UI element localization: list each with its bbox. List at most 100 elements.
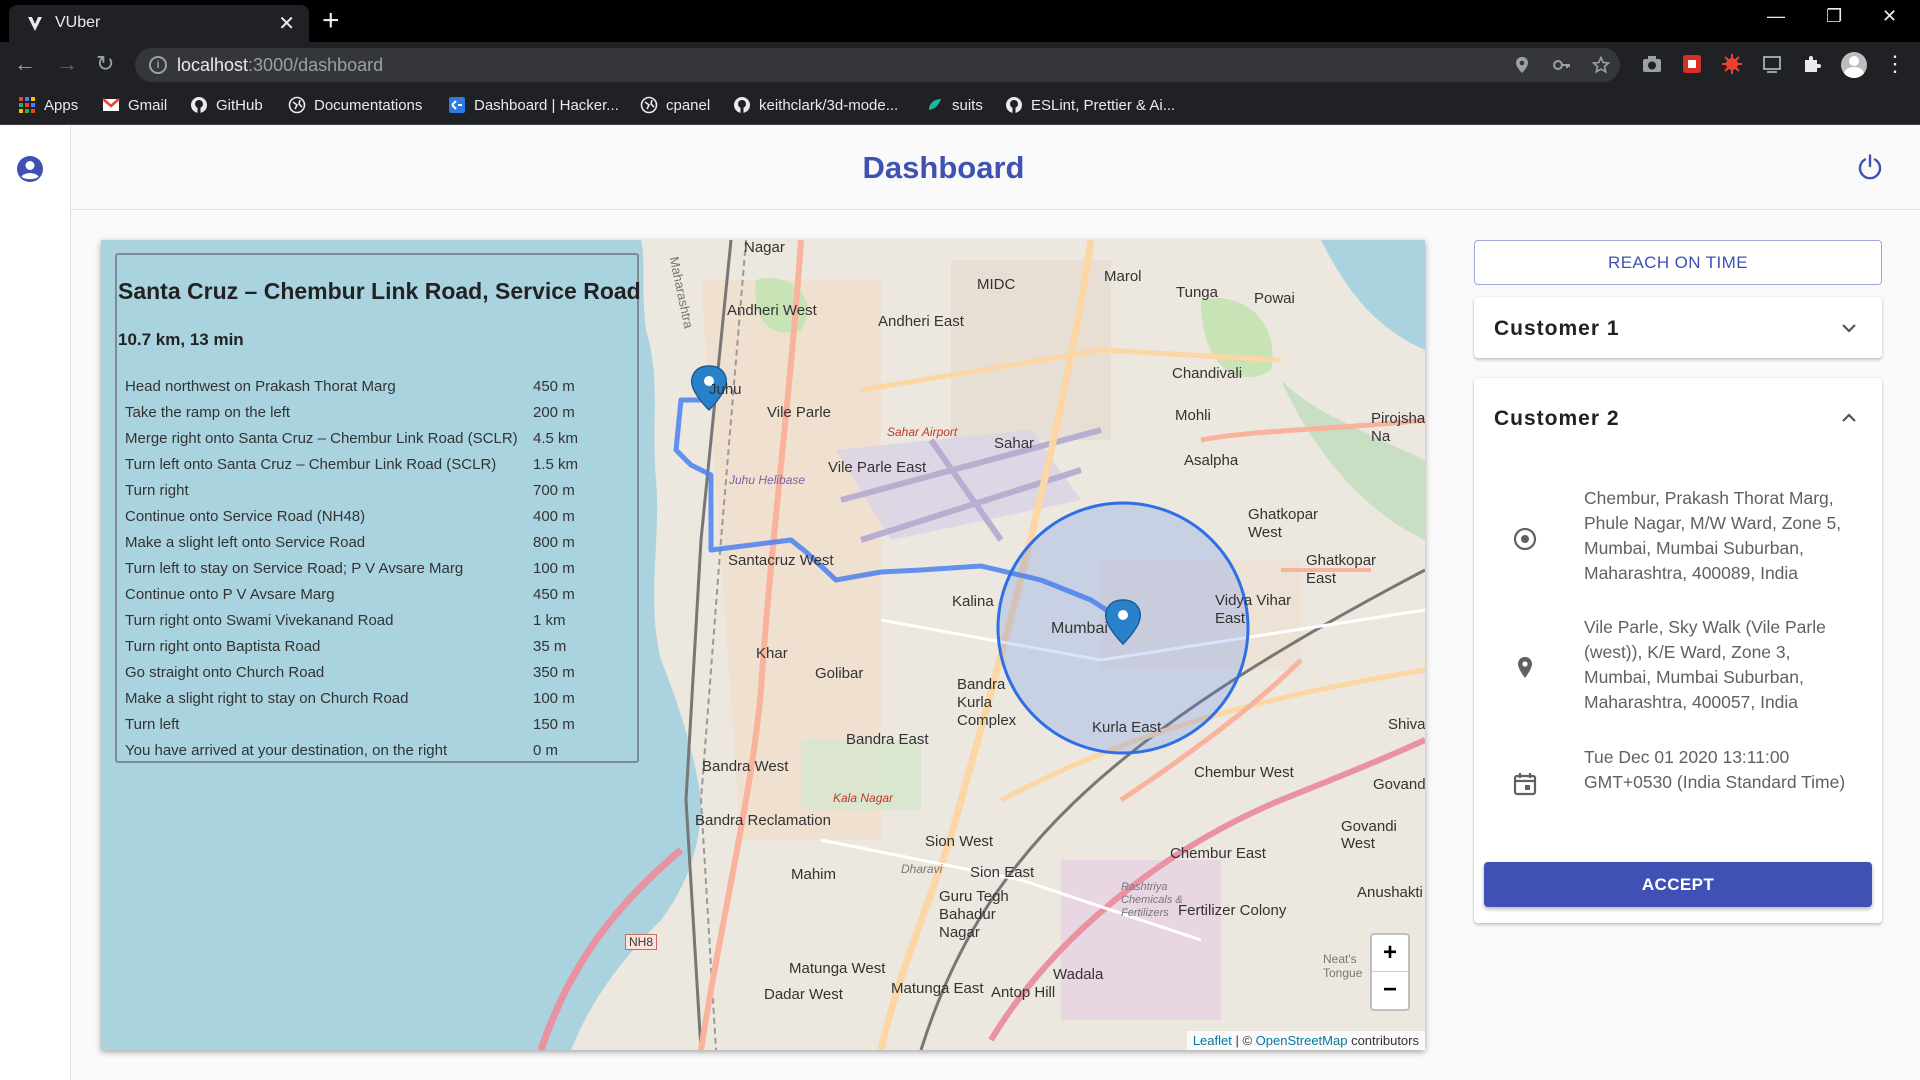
customer-1-accordion[interactable]: Customer 1 — [1474, 297, 1882, 358]
route-step-instruction: Turn right onto Baptista Road — [125, 638, 321, 655]
sidebar — [0, 126, 71, 1080]
bookmark-gmail[interactable]: Gmail — [102, 96, 167, 114]
accept-button[interactable]: ACCEPT — [1484, 862, 1872, 907]
hackerearth-icon — [449, 97, 465, 113]
route-step-instruction: Turn right onto Swami Vivekanand Road — [125, 612, 394, 629]
chevron-down-icon[interactable] — [1840, 319, 1858, 337]
url-host: localhost — [177, 55, 249, 75]
route-step-distance: 350 m — [533, 664, 575, 681]
bookmark-eslint[interactable]: ESLint, Prettier & Ai... — [1005, 96, 1175, 114]
globe-icon — [640, 96, 658, 114]
route-step-distance: 4.5 km — [533, 430, 579, 447]
back-icon[interactable]: ← — [14, 51, 36, 77]
forward-icon[interactable]: → — [56, 51, 78, 77]
route-step-distance: 150 m — [533, 716, 575, 733]
route-step-distance: 400 m — [533, 508, 575, 525]
bookmark-documentations[interactable]: Documentations — [288, 96, 422, 114]
route-step: Head northwest on Prakash Thorat Marg 450… — [125, 375, 635, 401]
route-step: Turn left onto Santa Cruz – Chembur Link… — [125, 453, 635, 479]
red-extension-icon[interactable] — [1681, 53, 1703, 75]
new-tab-icon[interactable]: + — [322, 4, 340, 38]
bookmark-keithclark[interactable]: keithclark/3d-mode... — [733, 96, 898, 114]
route-title: Santa Cruz – Chembur Link Road, Service … — [118, 278, 641, 304]
route-step-instruction: Continue onto Service Road (NH48) — [125, 508, 366, 525]
bookmark-github[interactable]: GitHub — [190, 96, 263, 114]
osm-link[interactable]: OpenStreetMap — [1256, 1033, 1348, 1048]
reach-on-time-button[interactable]: REACH ON TIME — [1474, 240, 1882, 285]
bookmarks-bar: Apps Gmail GitHub Documentations Dashboa… — [0, 87, 1920, 125]
browser-tab[interactable]: VUber ✕ — [9, 5, 309, 42]
gmail-icon — [102, 98, 120, 111]
customer-2-title: Customer 2 — [1494, 407, 1620, 430]
route-step-instruction: Make a slight left onto Service Road — [125, 534, 366, 551]
route-step-instruction: Head northwest on Prakash Thorat Marg — [125, 378, 396, 395]
route-step-instruction: Turn left — [125, 716, 180, 733]
map-zoom-control: + − — [1370, 933, 1410, 1011]
route-step-distance: 0 m — [533, 742, 559, 759]
route-step-instruction: You have arrived at your destination, on… — [125, 742, 448, 759]
minimize-icon[interactable]: — — [1767, 6, 1785, 27]
apps-grid-icon — [19, 97, 35, 113]
zoom-in-button[interactable]: + — [1372, 935, 1408, 972]
pickup-address: Chembur, Prakash Thorat Marg, Phule Naga… — [1584, 488, 1842, 583]
route-step-distance: 35 m — [533, 638, 567, 655]
map-attribution: Leaflet | © OpenStreetMap contributors — [1186, 1031, 1425, 1050]
bookmark-cpanel[interactable]: cpanel — [640, 96, 710, 114]
bookmark-suits[interactable]: suits — [926, 96, 983, 114]
route-summary: 10.7 km, 13 min — [118, 330, 244, 349]
route-step: Turn left to stay on Service Road; P V A… — [125, 557, 635, 583]
route-step: Make a slight right to stay on Church Ro… — [125, 687, 635, 713]
location-icon[interactable] — [1513, 56, 1531, 74]
browser-menu-icon[interactable]: ⋮ — [1884, 51, 1906, 77]
drop-address: Vile Parle, Sky Walk (Vile Parle (west))… — [1584, 617, 1826, 712]
route-step-distance: 450 m — [533, 378, 575, 395]
key-icon[interactable] — [1553, 56, 1571, 74]
extensions-puzzle-icon[interactable] — [1801, 53, 1823, 75]
route-step-distance: 100 m — [533, 690, 575, 707]
route-step: Continue onto P V Avsare Marg 450 m — [125, 583, 635, 609]
account-circle-icon[interactable] — [16, 155, 44, 183]
chevron-up-icon[interactable] — [1840, 409, 1858, 427]
page-title: Dashboard — [862, 150, 1025, 185]
route-step-distance: 1.5 km — [533, 456, 579, 473]
route-step-instruction: Make a slight right to stay on Church Ro… — [125, 690, 409, 707]
url-path: :3000/dashboard — [248, 55, 384, 75]
route-step: Merge right onto Santa Cruz – Chembur Li… — [125, 427, 635, 453]
route-step-instruction: Merge right onto Santa Cruz – Chembur Li… — [125, 430, 518, 447]
drop-location-pin-icon — [1518, 657, 1532, 678]
pickup-location-icon — [1513, 527, 1537, 551]
route-step-instruction: Go straight onto Church Road — [125, 664, 325, 681]
bookmark-hacker-dashboard[interactable]: Dashboard | Hacker... — [448, 96, 619, 114]
route-step-instruction: Continue onto P V Avsare Marg — [125, 586, 335, 603]
route-step: Turn right 700 m — [125, 479, 635, 505]
route-step-distance: 1 km — [533, 612, 566, 629]
bookmark-star-icon[interactable] — [1592, 56, 1610, 74]
customer-2-accordion[interactable]: Customer 2 Chembur, Prakash Thorat Marg,… — [1474, 378, 1882, 923]
github-icon — [1006, 97, 1022, 113]
cast-extension-icon[interactable] — [1761, 53, 1783, 75]
browser-toolbar: ← → ↻ i localhost:3000/dashboard ⋮ — [0, 42, 1920, 87]
restore-icon[interactable]: ❐ — [1826, 6, 1842, 27]
camera-extension-icon[interactable] — [1641, 53, 1663, 75]
globe-icon — [288, 96, 306, 114]
tab-close-icon[interactable]: ✕ — [278, 11, 295, 36]
leaflet-link[interactable]: Leaflet — [1193, 1033, 1232, 1048]
customer-1-title: Customer 1 — [1494, 317, 1620, 340]
route-map[interactable]: Nagar MIDC Andheri West Andheri East Mar… — [101, 240, 1425, 1050]
reload-icon[interactable]: ↻ — [96, 51, 114, 77]
route-step: Turn right onto Baptista Road 35 m — [125, 635, 635, 661]
profile-avatar[interactable] — [1841, 52, 1867, 78]
route-step: Continue onto Service Road (NH48) 400 m — [125, 505, 635, 531]
route-step: Go straight onto Church Road 350 m — [125, 661, 635, 687]
bookmark-apps[interactable]: Apps — [18, 96, 78, 114]
address-bar[interactable]: i localhost:3000/dashboard — [135, 48, 1620, 82]
route-step-distance: 100 m — [533, 560, 575, 577]
site-info-icon[interactable]: i — [149, 56, 167, 74]
route-step-instruction: Turn left to stay on Service Road; P V A… — [125, 560, 464, 577]
logout-power-icon[interactable] — [1856, 153, 1884, 181]
github-icon — [734, 97, 750, 113]
zoom-out-button[interactable]: − — [1372, 972, 1408, 1009]
bug-extension-icon[interactable] — [1721, 53, 1743, 75]
window-close-icon[interactable]: ✕ — [1882, 6, 1897, 27]
route-step: Take the ramp on the left 200 m — [125, 401, 635, 427]
